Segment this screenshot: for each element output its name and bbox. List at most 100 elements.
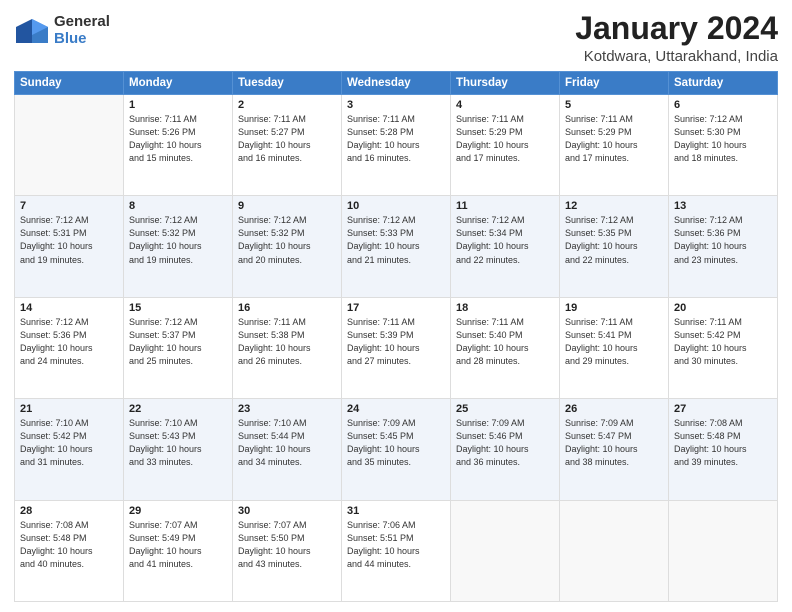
day-header-sunday: Sunday xyxy=(15,72,124,95)
calendar-cell: 9 Sunrise: 7:12 AMSunset: 5:32 PMDaylight… xyxy=(233,196,342,297)
calendar-cell: 30 Sunrise: 7:07 AMSunset: 5:50 PMDayligh… xyxy=(233,500,342,601)
calendar-cell: 20 Sunrise: 7:11 AMSunset: 5:42 PMDayligh… xyxy=(669,297,778,398)
cell-content: Sunrise: 7:11 AMSunset: 5:26 PMDaylight:… xyxy=(129,113,227,165)
day-number: 10 xyxy=(347,200,445,212)
calendar-cell: 19 Sunrise: 7:11 AMSunset: 5:41 PMDayligh… xyxy=(560,297,669,398)
calendar-cell: 1 Sunrise: 7:11 AMSunset: 5:26 PMDaylight… xyxy=(124,95,233,196)
day-number: 13 xyxy=(674,200,772,212)
logo-icon xyxy=(14,17,50,45)
week-row-1: 1 Sunrise: 7:11 AMSunset: 5:26 PMDaylight… xyxy=(15,95,778,196)
calendar-cell: 16Sunrise: 7:11 AMSunset: 5:38 PMDayligh… xyxy=(233,297,342,398)
calendar-cell: 18 Sunrise: 7:11 AMSunset: 5:40 PMDayligh… xyxy=(451,297,560,398)
cell-content: Sunrise: 7:08 AMSunset: 5:48 PMDaylight:… xyxy=(674,417,772,469)
day-header-thursday: Thursday xyxy=(451,72,560,95)
day-number: 1 xyxy=(129,99,227,111)
cell-content: Sunrise: 7:11 AMSunset: 5:29 PMDaylight:… xyxy=(565,113,663,165)
calendar-cell: 31 Sunrise: 7:06 AMSunset: 5:51 PMDayligh… xyxy=(342,500,451,601)
calendar-cell: 11Sunrise: 7:12 AMSunset: 5:34 PMDayligh… xyxy=(451,196,560,297)
calendar-cell: 14Sunrise: 7:12 AMSunset: 5:36 PMDayligh… xyxy=(15,297,124,398)
cell-content: Sunrise: 7:09 AMSunset: 5:46 PMDaylight:… xyxy=(456,417,554,469)
cell-content: Sunrise: 7:12 AMSunset: 5:30 PMDaylight:… xyxy=(674,113,772,165)
day-number: 21 xyxy=(20,403,118,415)
cell-content: Sunrise: 7:10 AMSunset: 5:44 PMDaylight:… xyxy=(238,417,336,469)
day-header-saturday: Saturday xyxy=(669,72,778,95)
cell-content: Sunrise: 7:06 AMSunset: 5:51 PMDaylight:… xyxy=(347,519,445,571)
cell-content: Sunrise: 7:09 AMSunset: 5:45 PMDaylight:… xyxy=(347,417,445,469)
day-number: 23 xyxy=(238,403,336,415)
calendar-cell: 25 Sunrise: 7:09 AMSunset: 5:46 PMDayligh… xyxy=(451,399,560,500)
calendar-cell: 24 Sunrise: 7:09 AMSunset: 5:45 PMDayligh… xyxy=(342,399,451,500)
calendar-cell: 3Sunrise: 7:11 AMSunset: 5:28 PMDaylight… xyxy=(342,95,451,196)
day-number: 26 xyxy=(565,403,663,415)
page: General Blue January 2024 Kotdwara, Utta… xyxy=(0,0,792,612)
calendar-cell: 26 Sunrise: 7:09 AMSunset: 5:47 PMDayligh… xyxy=(560,399,669,500)
calendar-cell: 27 Sunrise: 7:08 AMSunset: 5:48 PMDayligh… xyxy=(669,399,778,500)
cell-content: Sunrise: 7:11 AMSunset: 5:40 PMDaylight:… xyxy=(456,316,554,368)
logo-blue-label: Blue xyxy=(54,31,110,48)
calendar-cell: 17Sunrise: 7:11 AMSunset: 5:39 PMDayligh… xyxy=(342,297,451,398)
cell-content: Sunrise: 7:12 AMSunset: 5:33 PMDaylight:… xyxy=(347,214,445,266)
calendar-cell: 4Sunrise: 7:11 AMSunset: 5:29 PMDaylight… xyxy=(451,95,560,196)
cell-content: Sunrise: 7:11 AMSunset: 5:29 PMDaylight:… xyxy=(456,113,554,165)
cell-content: Sunrise: 7:08 AMSunset: 5:48 PMDaylight:… xyxy=(20,519,118,571)
calendar-table: SundayMondayTuesdayWednesdayThursdayFrid… xyxy=(14,71,778,602)
day-number: 24 xyxy=(347,403,445,415)
cell-content: Sunrise: 7:12 AMSunset: 5:36 PMDaylight:… xyxy=(20,316,118,368)
cell-content: Sunrise: 7:07 AMSunset: 5:49 PMDaylight:… xyxy=(129,519,227,571)
day-number: 12 xyxy=(565,200,663,212)
week-row-5: 28 Sunrise: 7:08 AMSunset: 5:48 PMDayligh… xyxy=(15,500,778,601)
day-number: 20 xyxy=(674,302,772,314)
cell-content: Sunrise: 7:11 AMSunset: 5:38 PMDaylight:… xyxy=(238,316,336,368)
calendar-cell xyxy=(560,500,669,601)
cell-content: Sunrise: 7:07 AMSunset: 5:50 PMDaylight:… xyxy=(238,519,336,571)
cell-content: Sunrise: 7:11 AMSunset: 5:27 PMDaylight:… xyxy=(238,113,336,165)
day-number: 31 xyxy=(347,505,445,517)
day-number: 15 xyxy=(129,302,227,314)
cell-content: Sunrise: 7:10 AMSunset: 5:43 PMDaylight:… xyxy=(129,417,227,469)
day-number: 30 xyxy=(238,505,336,517)
calendar-cell: 10 Sunrise: 7:12 AMSunset: 5:33 PMDayligh… xyxy=(342,196,451,297)
cell-content: Sunrise: 7:09 AMSunset: 5:47 PMDaylight:… xyxy=(565,417,663,469)
calendar-cell xyxy=(669,500,778,601)
cell-content: Sunrise: 7:11 AMSunset: 5:42 PMDaylight:… xyxy=(674,316,772,368)
calendar-cell: 21 Sunrise: 7:10 AMSunset: 5:42 PMDayligh… xyxy=(15,399,124,500)
calendar-cell: 6 Sunrise: 7:12 AMSunset: 5:30 PMDaylight… xyxy=(669,95,778,196)
cell-content: Sunrise: 7:10 AMSunset: 5:42 PMDaylight:… xyxy=(20,417,118,469)
calendar-cell: 23 Sunrise: 7:10 AMSunset: 5:44 PMDayligh… xyxy=(233,399,342,500)
logo-text: General Blue xyxy=(54,14,110,47)
day-number: 22 xyxy=(129,403,227,415)
day-number: 5 xyxy=(565,99,663,111)
cell-content: Sunrise: 7:11 AMSunset: 5:41 PMDaylight:… xyxy=(565,316,663,368)
day-header-tuesday: Tuesday xyxy=(233,72,342,95)
calendar-cell xyxy=(15,95,124,196)
day-number: 18 xyxy=(456,302,554,314)
day-number: 2 xyxy=(238,99,336,111)
day-number: 28 xyxy=(20,505,118,517)
main-title: January 2024 xyxy=(575,10,778,47)
calendar-cell: 7Sunrise: 7:12 AMSunset: 5:31 PMDaylight… xyxy=(15,196,124,297)
days-header-row: SundayMondayTuesdayWednesdayThursdayFrid… xyxy=(15,72,778,95)
calendar-cell: 22 Sunrise: 7:10 AMSunset: 5:43 PMDayligh… xyxy=(124,399,233,500)
day-number: 9 xyxy=(238,200,336,212)
calendar-cell: 2 Sunrise: 7:11 AMSunset: 5:27 PMDaylight… xyxy=(233,95,342,196)
cell-content: Sunrise: 7:11 AMSunset: 5:39 PMDaylight:… xyxy=(347,316,445,368)
day-number: 29 xyxy=(129,505,227,517)
calendar-cell xyxy=(451,500,560,601)
week-row-2: 7Sunrise: 7:12 AMSunset: 5:31 PMDaylight… xyxy=(15,196,778,297)
calendar-cell: 15 Sunrise: 7:12 AMSunset: 5:37 PMDayligh… xyxy=(124,297,233,398)
calendar-cell: 5 Sunrise: 7:11 AMSunset: 5:29 PMDaylight… xyxy=(560,95,669,196)
day-number: 3 xyxy=(347,99,445,111)
cell-content: Sunrise: 7:12 AMSunset: 5:32 PMDaylight:… xyxy=(238,214,336,266)
cell-content: Sunrise: 7:12 AMSunset: 5:37 PMDaylight:… xyxy=(129,316,227,368)
day-number: 11 xyxy=(456,200,554,212)
cell-content: Sunrise: 7:12 AMSunset: 5:36 PMDaylight:… xyxy=(674,214,772,266)
week-row-4: 21 Sunrise: 7:10 AMSunset: 5:42 PMDayligh… xyxy=(15,399,778,500)
day-number: 6 xyxy=(674,99,772,111)
calendar-cell: 8Sunrise: 7:12 AMSunset: 5:32 PMDaylight… xyxy=(124,196,233,297)
day-number: 19 xyxy=(565,302,663,314)
day-number: 27 xyxy=(674,403,772,415)
calendar-cell: 29 Sunrise: 7:07 AMSunset: 5:49 PMDayligh… xyxy=(124,500,233,601)
calendar-cell: 13 Sunrise: 7:12 AMSunset: 5:36 PMDayligh… xyxy=(669,196,778,297)
day-number: 25 xyxy=(456,403,554,415)
logo-general-label: General xyxy=(54,14,110,31)
